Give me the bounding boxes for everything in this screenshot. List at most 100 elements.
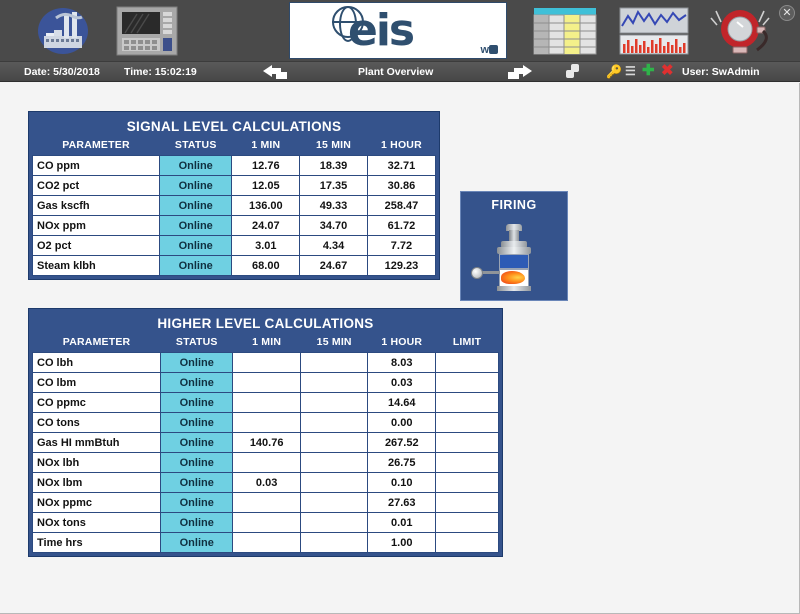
cell-value-hour1: 0.10: [367, 472, 437, 493]
cell-value-min1: [232, 352, 301, 373]
cell-value-limit: [435, 492, 499, 513]
cell-value-min1: 68.00: [231, 255, 301, 276]
cell-value-min15: [299, 452, 369, 473]
cell-value-min1: [232, 532, 301, 553]
cell-value-min1: [232, 512, 301, 533]
cell-status: Online: [160, 372, 234, 393]
cell-value-hour1: 0.03: [367, 372, 437, 393]
cell-status: Online: [160, 452, 234, 473]
back-arrow-icon[interactable]: [263, 64, 287, 79]
cell-status: Online: [158, 175, 233, 196]
cell-value-min1: 3.01: [231, 235, 301, 256]
cell-value-limit: [435, 472, 499, 493]
col-header-15min: 15 MIN: [300, 334, 368, 353]
col-header-parameter: PARAMETER: [32, 334, 161, 353]
cell-value-min15: 18.39: [299, 155, 368, 176]
signal-table-title: SIGNAL LEVEL CALCULATIONS: [126, 119, 342, 134]
toolbar-button-eis-logo[interactable]: eis w: [289, 2, 507, 59]
plus-icon[interactable]: ✚: [642, 63, 655, 78]
cell-value-min1: 0.03: [232, 472, 301, 493]
window-close-button[interactable]: ✕: [779, 5, 795, 21]
higher-table-header-row: PARAMETER STATUS 1 MIN 15 MIN 1 HOUR LIM…: [32, 334, 499, 353]
cell-value-min1: [232, 372, 301, 393]
top-toolbar: eis w ✕: [0, 0, 800, 62]
cell-value-hour1: 14.64: [367, 392, 437, 413]
table-row[interactable]: CO lbm Online 0.03: [31, 372, 499, 393]
cell-value-hour1: 0.00: [367, 412, 437, 433]
cell-value-min1: [232, 492, 301, 513]
toolbar-button-trends[interactable]: [615, 3, 693, 59]
cell-value-limit: [435, 532, 499, 553]
cell-value-hour1: 0.01: [367, 512, 437, 533]
cell-value-limit: [435, 372, 499, 393]
signal-level-table: PARAMETER STATUS 1 MIN 15 MIN 1 HOUR CO …: [32, 137, 437, 276]
cell-status: Online: [160, 532, 234, 553]
plant-icon: [38, 8, 88, 54]
cell-parameter: NOx tons: [31, 512, 162, 533]
table-row[interactable]: NOx lbm Online 0.03 0.10: [31, 472, 499, 493]
signal-table-body: CO ppm Online 12.76 18.39 32.71 CO2 pct Online…: [32, 155, 437, 276]
cell-value-hour1: 258.47: [366, 195, 437, 216]
application-window: eis w ✕ Date: 5/30/2018 Time: 15:02:19 P…: [0, 0, 800, 614]
cell-parameter: Gas kscfh: [32, 195, 160, 216]
cell-value-min1: 12.76: [231, 155, 301, 176]
table-row[interactable]: NOx lbh Online 26.75: [31, 452, 499, 473]
cell-value-min15: [299, 512, 369, 533]
forward-arrow-icon[interactable]: [508, 64, 532, 79]
cell-value-min15: 34.70: [299, 215, 368, 236]
cell-value-hour1: 7.72: [366, 235, 437, 256]
col-header-status: STATUS: [160, 334, 233, 353]
close-x-icon[interactable]: ✖: [661, 63, 674, 78]
table-row[interactable]: Gas kscfh Online 136.00 49.33 258.47: [32, 195, 437, 216]
cell-value-min1: [232, 392, 301, 413]
table-row[interactable]: CO ppm Online 12.76 18.39 32.71: [32, 155, 437, 176]
cell-parameter: NOx ppm: [32, 215, 160, 236]
toolbar-button-plant-overview[interactable]: [32, 3, 94, 59]
col-header-15min: 15 MIN: [299, 137, 368, 156]
firing-panel[interactable]: FIRING: [460, 191, 568, 301]
cell-value-min15: 24.67: [299, 255, 368, 276]
table-row[interactable]: NOx ppmc Online 27.63: [31, 492, 499, 513]
cell-value-limit: [435, 392, 499, 413]
table-row[interactable]: CO tons Online 0.00: [31, 412, 499, 433]
brush-icon[interactable]: ☰: [625, 64, 636, 79]
higher-table-body: CO lbh Online 8.03 CO lbm Online 0.03 CO ppmc O…: [31, 352, 499, 553]
cell-status: Online: [158, 235, 233, 256]
table-row[interactable]: O2 pct Online 3.01 4.34 7.72: [32, 235, 437, 256]
table-row[interactable]: CO ppmc Online 14.64: [31, 392, 499, 413]
link-nodes-icon[interactable]: [566, 64, 582, 79]
table-row[interactable]: CO2 pct Online 12.05 17.35 30.86: [32, 175, 437, 196]
status-bar: Date: 5/30/2018 Time: 15:02:19 Plant Ove…: [0, 62, 800, 82]
cell-value-min15: 4.34: [299, 235, 368, 256]
col-header-1hour: 1 HOUR: [367, 137, 436, 156]
cell-value-hour1: 27.63: [367, 492, 437, 513]
toolbar-button-control-panel[interactable]: [112, 3, 182, 59]
control-panel-icon: [116, 6, 178, 56]
status-time: Time: 15:02:19: [124, 66, 197, 78]
cell-parameter: Time hrs: [31, 532, 162, 553]
cell-value-min1: [232, 412, 301, 433]
cell-status: Online: [158, 195, 233, 216]
table-row[interactable]: Gas HI mmBtuh Online 140.76 267.52: [31, 432, 499, 453]
cell-value-min15: [299, 492, 369, 513]
cell-value-min15: [299, 432, 369, 453]
cell-value-min1: 140.76: [232, 432, 301, 453]
table-row[interactable]: Time hrs Online 1.00: [31, 532, 499, 553]
cell-value-limit: [435, 412, 499, 433]
cell-value-min1: 136.00: [231, 195, 301, 216]
toolbar-button-alarms[interactable]: [704, 3, 776, 59]
key-icon[interactable]: 🔑: [606, 64, 622, 79]
table-row[interactable]: CO lbh Online 8.03: [31, 352, 499, 373]
table-row[interactable]: NOx ppm Online 24.07 34.70 61.72: [32, 215, 437, 236]
toolbar-button-reports[interactable]: [529, 3, 601, 59]
cell-value-min15: [299, 372, 369, 393]
higher-table-title: HIGHER LEVEL CALCULATIONS: [157, 316, 374, 331]
cell-value-hour1: 30.86: [366, 175, 437, 196]
cell-status: Online: [158, 155, 233, 176]
cell-value-limit: [435, 512, 499, 533]
table-row[interactable]: NOx tons Online 0.01: [31, 512, 499, 533]
content-area: SIGNAL LEVEL CALCULATIONS PARAMETER STAT…: [0, 83, 800, 614]
cell-status: Online: [160, 492, 234, 513]
table-row[interactable]: Steam klbh Online 68.00 24.67 129.23: [32, 255, 437, 276]
cell-value-hour1: 8.03: [367, 352, 437, 373]
